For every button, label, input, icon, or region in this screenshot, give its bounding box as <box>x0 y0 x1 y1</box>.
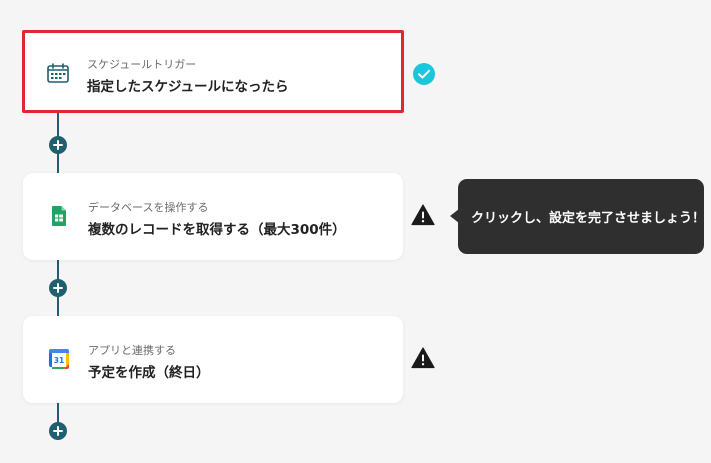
setup-hint-tooltip: クリックし、設定を完了させましょう！ <box>458 179 705 254</box>
google-calendar-icon: 31 <box>49 349 69 369</box>
add-step-button[interactable] <box>49 279 67 297</box>
check-complete-icon <box>413 63 435 85</box>
calendar-day-number: 31 <box>54 356 64 365</box>
schedule-trigger-icon <box>47 63 69 83</box>
plus-icon <box>53 426 63 436</box>
flow-step-card-schedule-trigger[interactable]: スケジュールトリガー 指定したスケジュールになったら <box>22 30 404 113</box>
google-sheets-icon <box>52 206 66 226</box>
step-app-label: スケジュールトリガー <box>87 58 197 71</box>
flow-step-card-app-integration[interactable]: 31 アプリと連携する 予定を作成（終日） <box>23 316 403 403</box>
plus-icon <box>53 283 63 293</box>
warning-icon <box>411 204 435 226</box>
flow-step-card-database[interactable]: データベースを操作する 複数のレコードを取得する（最大300件） <box>23 173 403 260</box>
add-step-button[interactable] <box>49 136 67 154</box>
step-action-title: 複数のレコードを取得する（最大300件） <box>88 222 346 238</box>
step-action-title: 指定したスケジュールになったら <box>87 79 289 95</box>
step-app-label: データベースを操作する <box>88 201 209 214</box>
step-app-label: アプリと連携する <box>88 344 176 357</box>
add-step-button[interactable] <box>49 422 67 440</box>
warning-icon <box>411 347 435 369</box>
plus-icon <box>53 140 63 150</box>
step-action-title: 予定を作成（終日） <box>88 365 210 381</box>
